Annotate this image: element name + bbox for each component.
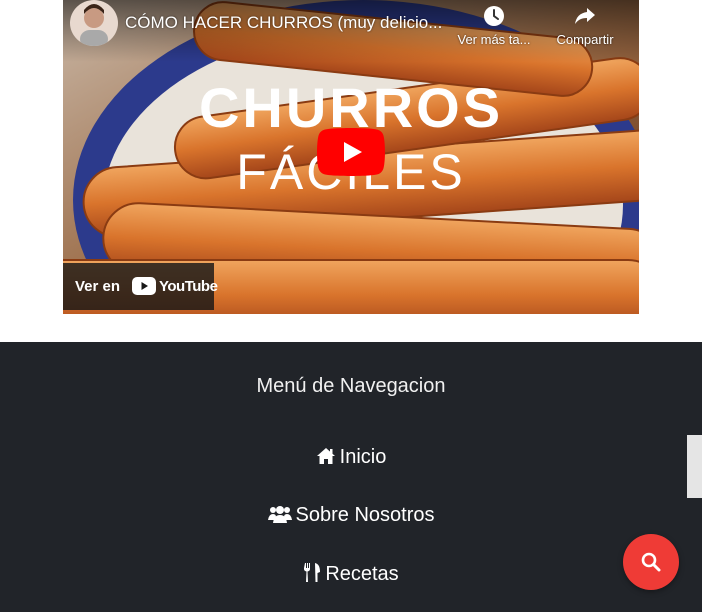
search-icon — [641, 552, 661, 572]
watch-later-label: Ver más ta... — [457, 32, 531, 47]
nav-item-recetas[interactable]: Recetas — [0, 562, 702, 586]
watch-later-button[interactable]: Ver más ta... — [448, 4, 540, 56]
clock-icon — [484, 6, 504, 26]
home-icon — [316, 448, 335, 464]
youtube-wordmark: YouTube — [159, 278, 218, 295]
site-footer: Menú de Navegacion Inicio Sobre Nosotros… — [0, 342, 702, 612]
video-top-bar: CÓMO HACER CHURROS (muy delicio... Ver m… — [63, 0, 639, 62]
nav-item-label: Recetas — [325, 563, 399, 585]
channel-avatar[interactable] — [70, 0, 118, 46]
nav-item-sobre-nosotros[interactable]: Sobre Nosotros — [0, 504, 702, 527]
users-icon — [267, 506, 292, 523]
nav-item-label: Inicio — [339, 446, 387, 468]
share-arrow-icon — [575, 8, 595, 24]
play-button[interactable] — [317, 128, 385, 176]
watch-on-label: Ver en — [75, 278, 121, 295]
play-icon — [317, 128, 385, 176]
footer-nav-title: Menú de Navegacion — [256, 375, 446, 397]
video-title[interactable]: CÓMO HACER CHURROS (muy delicio... — [125, 13, 445, 33]
utensils-icon — [304, 563, 321, 582]
embedded-youtube-video[interactable]: CHURROS FÁCILES CÓMO HACER CHURROS (muy … — [63, 0, 639, 314]
nav-item-label: Sobre Nosotros — [295, 504, 435, 526]
youtube-logo-icon — [132, 277, 156, 295]
share-label: Compartir — [556, 32, 614, 47]
nav-item-inicio[interactable]: Inicio — [0, 446, 702, 469]
search-fab-button[interactable] — [623, 534, 679, 590]
share-button[interactable]: Compartir — [539, 4, 631, 56]
side-feedback-tab[interactable] — [687, 435, 702, 498]
watch-on-youtube-button[interactable]: Ver en YouTube — [63, 263, 218, 310]
